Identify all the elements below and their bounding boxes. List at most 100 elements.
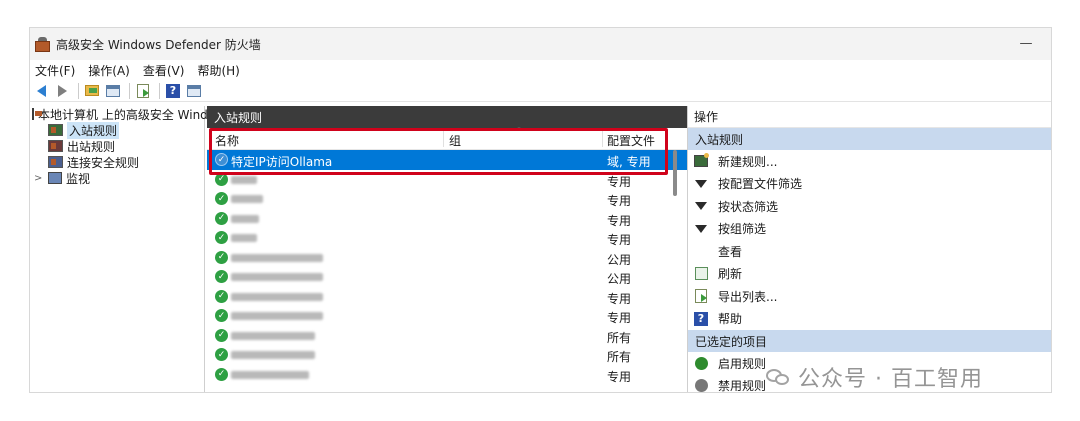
redacted-rule-name <box>231 175 257 184</box>
rule-profile: 专用 <box>607 311 632 325</box>
vertical-scrollbar[interactable] <box>673 150 677 196</box>
tree-item-local-computer[interactable]: 本地计算机 上的高级安全 Wind <box>30 106 208 122</box>
watermark-text: 公众号 · 百工智用 <box>798 367 983 392</box>
actions-section-inbound[interactable]: 入站规则 <box>688 128 1051 150</box>
redacted-rule-name <box>231 351 315 359</box>
console-tree: 本地计算机 上的高级安全 Wind 入站规则 出站规则 连接安全规则 > 监视 <box>30 106 208 392</box>
action-label: 查看 <box>718 244 743 259</box>
redacted-rule-name <box>231 273 323 281</box>
action-item[interactable]: 刷新 <box>688 263 1051 286</box>
wechat-watermark: 公众号 · 百工智用 <box>766 360 983 394</box>
action-item[interactable]: 按状态筛选 <box>688 195 1051 218</box>
rule-row[interactable]: ✓ 所有 <box>207 326 689 346</box>
toolbar-separator <box>159 82 160 99</box>
action-label: 帮助 <box>718 312 743 327</box>
redacted-rule-name <box>231 331 315 340</box>
tree-item-monitoring[interactable]: > 监视 <box>30 170 204 186</box>
tree-item-label: 入站规则 <box>67 121 120 139</box>
actions-section-selected[interactable]: 已选定的项目 <box>688 330 1051 352</box>
enabled-check-icon: ✓ <box>215 211 228 225</box>
rules-list: ✓ 特定IP访问Ollama 域, 专用 ✓ 专用 ✓ 专用 ✓ 专用 ✓ 专用 ✓ 公用 ✓ 公用 ✓ 专用 ✓… <box>207 150 689 384</box>
action-item[interactable]: 新建规则... <box>688 150 1051 173</box>
action-item[interactable]: ? 帮助 <box>688 308 1051 331</box>
export-list-button[interactable] <box>134 82 152 100</box>
rule-row-selected[interactable]: ✓ 特定IP访问Ollama 域, 专用 <box>207 150 689 170</box>
tree-item-connection-security[interactable]: 连接安全规则 <box>30 154 204 170</box>
rule-row[interactable]: ✓ 专用 <box>207 306 689 326</box>
actions-list-inbound: 新建规则... 按配置文件筛选 按状态筛选 按组筛选 查看 刷新 导出列表...? 帮助 <box>688 150 1051 331</box>
rules-column-headers: 名称 组 ˅ 配置文件 <box>207 127 689 150</box>
action-label: 导出列表... <box>718 289 778 304</box>
enabled-check-icon: ✓ <box>215 348 228 361</box>
rule-row[interactable]: ✓ 公用 <box>207 248 689 268</box>
sort-chevron-icon: ˅ <box>517 127 521 136</box>
rule-profile: 专用 <box>607 194 632 208</box>
redacted-rule-name <box>231 253 323 262</box>
rule-row[interactable]: ✓ 公用 <box>207 267 689 287</box>
enabled-check-icon: ✓ <box>215 270 228 283</box>
help-button[interactable]: ? <box>164 82 182 100</box>
help-icon-wrap: ? <box>694 311 708 326</box>
toolbar-separator <box>129 82 130 99</box>
redacted-rule-name <box>231 195 263 203</box>
rule-row[interactable]: ✓ 专用 <box>207 209 689 229</box>
tree-item-inbound-rules[interactable]: 入站规则 <box>30 121 204 139</box>
action-item[interactable]: 按组筛选 <box>688 218 1051 241</box>
show-action-pane-button[interactable] <box>185 82 203 100</box>
filter-icon-wrap <box>694 199 708 213</box>
column-divider[interactable] <box>602 131 603 147</box>
rule-row[interactable]: ✓ 专用 <box>207 189 689 209</box>
filter-icon-wrap <box>694 177 708 191</box>
rule-row[interactable]: ✓ 专用 <box>207 170 689 190</box>
action-item[interactable]: 查看 <box>688 240 1051 263</box>
chevron-right-icon[interactable]: > <box>34 173 42 184</box>
refresh-icon <box>694 267 708 281</box>
column-divider[interactable] <box>443 131 444 147</box>
minimize-button[interactable]: — <box>1019 36 1033 51</box>
menu-bar: 文件(F) 操作(A) 查看(V) 帮助(H) <box>30 60 1051 80</box>
filter-icon <box>695 202 707 211</box>
column-group[interactable]: 组 <box>449 132 461 149</box>
new-rule-icon <box>694 153 709 168</box>
rule-profile: 公用 <box>607 272 632 286</box>
rule-row[interactable]: ✓ 所有 <box>207 345 689 365</box>
action-pane-icon <box>187 84 201 97</box>
rule-profile: 专用 <box>607 213 632 228</box>
enabled-check-icon: ✓ <box>215 172 228 186</box>
disable-rule-icon <box>694 379 708 392</box>
rule-row[interactable]: ✓ 专用 <box>207 287 689 307</box>
back-arrow-icon <box>36 84 46 97</box>
rule-row[interactable]: ✓ 专用 <box>207 228 689 248</box>
forward-button[interactable] <box>53 82 71 100</box>
enable-rule-icon <box>694 356 708 370</box>
action-label: 按配置文件筛选 <box>718 177 803 192</box>
show-hide-tree-button[interactable] <box>104 82 122 100</box>
column-name[interactable]: 名称 <box>215 132 239 149</box>
redacted-rule-name <box>231 214 259 223</box>
menu-action[interactable]: 操作(A) <box>88 62 130 79</box>
menu-file[interactable]: 文件(F) <box>35 62 75 79</box>
redacted-rule-name <box>231 234 257 242</box>
tree-item-outbound-rules[interactable]: 出站规则 <box>30 138 204 154</box>
monitor-icon <box>48 172 62 184</box>
action-label: 启用规则 <box>718 356 767 371</box>
help-icon: ? <box>694 311 708 326</box>
firewall-window: 高级安全 Windows Defender 防火墙 — 文件(F) 操作(A) … <box>29 27 1052 393</box>
action-item[interactable]: 导出列表... <box>688 285 1051 308</box>
actions-pane: 操作 入站规则 新建规则... 按配置文件筛选 按状态筛选 按组筛选 查看 刷新 导出列表.… <box>687 106 1051 392</box>
action-item[interactable]: 按配置文件筛选 <box>688 173 1051 196</box>
rule-row[interactable]: ✓ 专用 <box>207 365 689 385</box>
up-folder-button[interactable] <box>83 82 101 100</box>
wechat-logo-icon <box>766 367 790 387</box>
disable-rule-icon-wrap <box>694 379 708 392</box>
filter-icon <box>695 179 707 188</box>
back-button[interactable] <box>32 82 50 100</box>
enabled-check-icon: ✓ <box>215 192 228 205</box>
menu-view[interactable]: 查看(V) <box>143 62 185 79</box>
rule-profile: 专用 <box>607 233 632 247</box>
computer-icon <box>32 108 42 120</box>
menu-help[interactable]: 帮助(H) <box>197 62 239 79</box>
rules-pane: 入站规则 名称 组 ˅ 配置文件 ✓ 特定IP访问Ollama 域, 专用 ✓ 专用 ✓ 专… <box>207 106 689 392</box>
column-profile[interactable]: 配置文件 <box>607 132 655 149</box>
enable-rule-icon-wrap <box>694 356 708 370</box>
